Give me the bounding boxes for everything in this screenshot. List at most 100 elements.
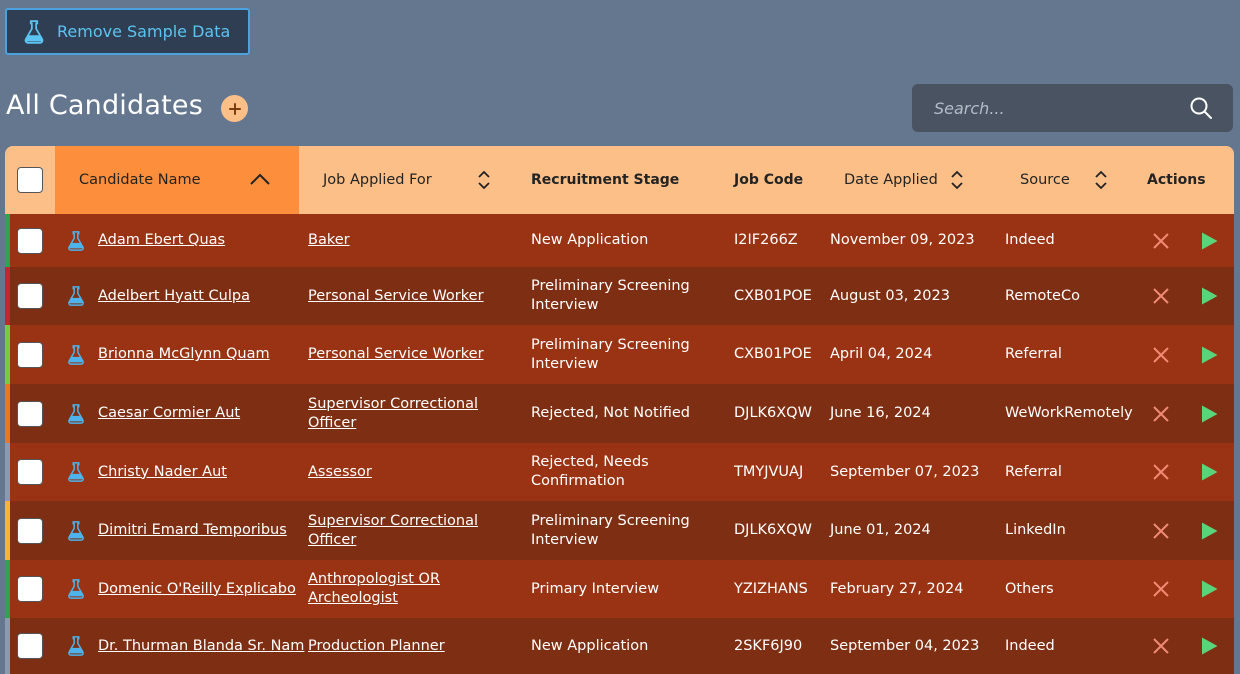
date-applied-text: February 27, 2024	[830, 580, 964, 597]
row-checkbox[interactable]	[17, 341, 43, 368]
select-all-checkbox[interactable]	[17, 167, 43, 193]
date-applied-text: November 09, 2023	[830, 232, 975, 248]
reject-action[interactable]	[1151, 384, 1171, 443]
job-applied-link[interactable]: Officer	[308, 531, 478, 550]
play-icon[interactable]	[1199, 231, 1219, 251]
row-checkbox[interactable]	[17, 227, 43, 254]
job-applied-cell: Supervisor Correctional Officer	[308, 384, 518, 443]
candidate-name-link[interactable]: Adelbert Hyatt Culpa	[98, 287, 250, 306]
header-source[interactable]: Source	[1020, 146, 1130, 214]
play-icon[interactable]	[1199, 345, 1219, 365]
job-applied-link[interactable]: Officer	[308, 414, 478, 433]
reject-action[interactable]	[1151, 618, 1171, 674]
job-applied-link[interactable]: Baker	[308, 231, 350, 250]
row-checkbox[interactable]	[17, 400, 43, 427]
recruitment-stage-cell: New Application	[531, 618, 721, 674]
advance-action[interactable]	[1199, 443, 1219, 501]
close-icon[interactable]	[1151, 345, 1171, 365]
search-icon[interactable]	[1189, 96, 1213, 120]
advance-action[interactable]	[1199, 384, 1219, 443]
header-candidate-name[interactable]: Candidate Name	[55, 146, 299, 214]
header-date-applied[interactable]: Date Applied	[844, 146, 994, 214]
sample-indicator	[65, 443, 87, 501]
job-applied-link[interactable]: Production Planner	[308, 637, 445, 656]
play-icon[interactable]	[1199, 636, 1219, 656]
candidate-name-link[interactable]: Caesar Cormier Aut	[98, 404, 240, 423]
status-stripe	[5, 443, 10, 501]
job-applied-cell: Anthropologist OR Archeologist	[308, 560, 518, 618]
play-icon[interactable]	[1199, 579, 1219, 599]
source-cell: WeWorkRemotely	[1005, 384, 1133, 443]
job-applied-link[interactable]: Supervisor Correctional	[308, 512, 478, 531]
candidate-name-link[interactable]: Christy Nader Aut	[98, 463, 227, 482]
select-cell	[17, 384, 43, 443]
job-applied-link[interactable]: Personal Service Worker	[308, 287, 484, 306]
table-row: Dr. Thurman Blanda Sr. Nam Production Pla…	[5, 618, 1234, 674]
job-code-text: DJLK6XQW	[734, 522, 812, 538]
job-applied-link[interactable]: Archeologist	[308, 589, 440, 608]
recruitment-stage-text: Interview	[531, 531, 599, 548]
close-icon[interactable]	[1151, 579, 1171, 599]
job-applied-cell: Production Planner	[308, 618, 518, 674]
reject-action[interactable]	[1151, 443, 1171, 501]
header-job-applied[interactable]: Job Applied For	[323, 146, 523, 214]
row-checkbox[interactable]	[17, 459, 43, 485]
source-text: Others	[1005, 580, 1054, 597]
advance-action[interactable]	[1199, 618, 1219, 674]
job-code-cell: TMYJVUAJ	[734, 443, 803, 501]
candidate-name-link[interactable]: Dimitri Emard Temporibus	[98, 521, 287, 540]
play-icon[interactable]	[1199, 462, 1219, 482]
job-applied-link[interactable]: Supervisor Correctional	[308, 395, 478, 414]
job-applied-link[interactable]: Personal Service Worker	[308, 345, 484, 364]
date-applied-text: September 07, 2023	[830, 463, 980, 480]
play-icon[interactable]	[1199, 404, 1219, 424]
advance-action[interactable]	[1199, 325, 1219, 384]
row-checkbox[interactable]	[17, 517, 43, 544]
candidate-name-link[interactable]: Domenic O'Reilly Explicabo	[98, 580, 296, 599]
close-icon[interactable]	[1151, 286, 1171, 306]
sort-icon[interactable]	[1094, 169, 1108, 191]
sample-indicator	[65, 501, 87, 560]
flask-icon	[68, 403, 84, 424]
candidate-name-link[interactable]: Dr. Thurman Blanda Sr. Nam	[98, 637, 304, 656]
select-cell	[17, 325, 43, 384]
sort-icon[interactable]	[477, 169, 491, 191]
reject-action[interactable]	[1151, 214, 1171, 267]
row-checkbox[interactable]	[17, 576, 43, 602]
close-icon[interactable]	[1151, 462, 1171, 482]
advance-action[interactable]	[1199, 214, 1219, 267]
add-candidate-button[interactable]	[221, 95, 248, 122]
flask-icon	[68, 462, 84, 482]
table-row: Caesar Cormier Aut Supervisor Correctiona…	[5, 384, 1234, 443]
job-applied-link[interactable]: Assessor	[308, 463, 372, 482]
source-cell: LinkedIn	[1005, 501, 1066, 560]
reject-action[interactable]	[1151, 267, 1171, 325]
status-stripe	[5, 214, 10, 267]
source-cell: Indeed	[1005, 214, 1055, 267]
close-icon[interactable]	[1151, 636, 1171, 656]
close-icon[interactable]	[1151, 231, 1171, 251]
close-icon[interactable]	[1151, 404, 1171, 424]
play-icon[interactable]	[1199, 521, 1219, 541]
reject-action[interactable]	[1151, 501, 1171, 560]
header-job-applied-label: Job Applied For	[323, 172, 432, 188]
date-applied-text: June 01, 2024	[830, 522, 931, 538]
remove-sample-data-button[interactable]: Remove Sample Data	[5, 8, 250, 55]
advance-action[interactable]	[1199, 501, 1219, 560]
sort-icon[interactable]	[950, 169, 964, 191]
candidate-name-link[interactable]: Adam Ebert Quas	[98, 231, 225, 250]
sort-ascending-icon[interactable]	[249, 172, 271, 186]
job-applied-link[interactable]: Anthropologist OR	[308, 570, 440, 589]
reject-action[interactable]	[1151, 560, 1171, 618]
row-checkbox[interactable]	[17, 633, 43, 659]
close-icon[interactable]	[1151, 521, 1171, 541]
reject-action[interactable]	[1151, 325, 1171, 384]
recruitment-stage-text: New Application	[531, 232, 649, 248]
play-icon[interactable]	[1199, 286, 1219, 306]
row-checkbox[interactable]	[17, 283, 43, 309]
search-input[interactable]	[932, 97, 1182, 119]
job-applied-cell: Baker	[308, 214, 518, 267]
advance-action[interactable]	[1199, 267, 1219, 325]
advance-action[interactable]	[1199, 560, 1219, 618]
candidate-name-link[interactable]: Brionna McGlynn Quam	[98, 345, 270, 364]
